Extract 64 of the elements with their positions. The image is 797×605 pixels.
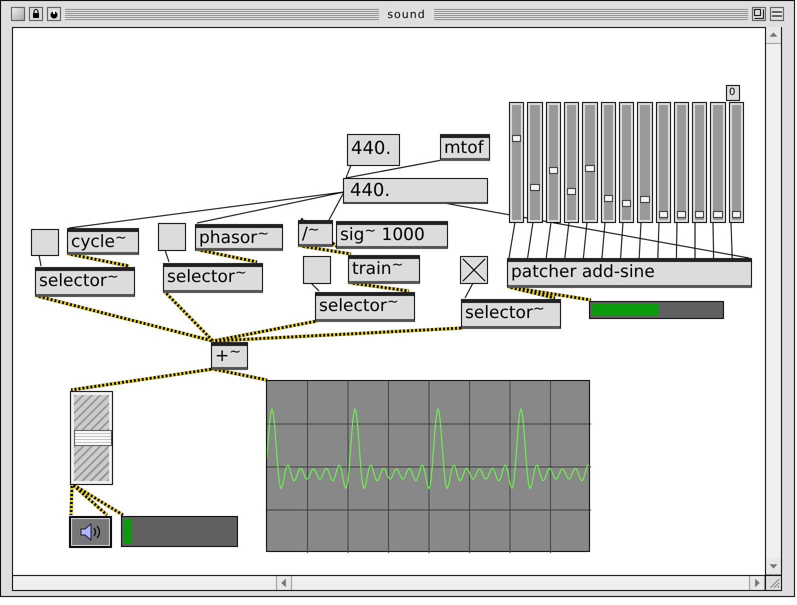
signal-cord: [350, 282, 410, 292]
slider[interactable]: [527, 102, 543, 223]
toggle[interactable]: [31, 229, 59, 256]
object-box[interactable]: cycle$^{~}$: [67, 228, 139, 255]
gain-slider-thumb[interactable]: [74, 430, 112, 446]
patch-cord: [464, 282, 474, 298]
vertical-scrollbar[interactable]: [765, 27, 782, 575]
slider[interactable]: [600, 102, 616, 223]
zoom-box[interactable]: [752, 7, 766, 21]
slider-thumb[interactable]: [604, 194, 613, 202]
patch-cord: [310, 282, 320, 292]
lock-icon[interactable]: [29, 7, 43, 21]
slider[interactable]: [618, 102, 634, 223]
number-box[interactable]: 0: [726, 85, 740, 101]
toggle[interactable]: [303, 256, 331, 284]
object-box[interactable]: selector$^{~}$: [461, 299, 561, 329]
close-box[interactable]: [11, 7, 25, 21]
slider[interactable]: [509, 102, 524, 223]
slider[interactable]: [637, 102, 652, 223]
gain-slider[interactable]: [70, 391, 113, 485]
speaker-button[interactable]: [69, 516, 112, 548]
slider-thumb[interactable]: [658, 210, 668, 218]
number-box[interactable]: 440.: [343, 178, 488, 204]
slider[interactable]: [546, 102, 561, 223]
patch-cord: [38, 254, 42, 266]
patch-cord: [164, 250, 170, 262]
number-box[interactable]: 440.: [347, 134, 400, 166]
toggle[interactable]: [460, 256, 488, 284]
object-box[interactable]: train$^{~}$: [348, 255, 420, 284]
slider[interactable]: [710, 102, 726, 223]
slider[interactable]: [692, 102, 708, 223]
signal-cord: [198, 248, 258, 264]
object-box[interactable]: selector$^{~}$: [315, 292, 415, 322]
slider-thumb[interactable]: [640, 196, 650, 203]
slider-thumb[interactable]: [530, 184, 540, 191]
slider-thumb[interactable]: [512, 135, 522, 142]
slider[interactable]: [656, 102, 671, 223]
horizontal-scrollbar[interactable]: [12, 575, 765, 591]
signal-cord: [68, 252, 130, 268]
object-box[interactable]: patcher add-sine: [507, 258, 752, 288]
window-title: sound: [386, 8, 427, 20]
slider[interactable]: [582, 102, 598, 223]
slider-thumb[interactable]: [695, 210, 704, 218]
object-box[interactable]: mtof: [440, 134, 490, 161]
slider[interactable]: [728, 102, 744, 223]
toggle[interactable]: [158, 223, 186, 251]
slider-thumb[interactable]: [676, 210, 686, 218]
power-icon[interactable]: [47, 7, 61, 21]
slider-thumb[interactable]: [548, 166, 558, 174]
object-box[interactable]: sig$^{~}$ 1000: [336, 221, 448, 249]
slider[interactable]: [674, 102, 690, 223]
slider-thumb[interactable]: [622, 200, 632, 208]
object-box[interactable]: phasor$^{~}$: [195, 224, 283, 251]
speaker-icon: [78, 522, 102, 542]
object-box[interactable]: +$^{~}$: [211, 342, 248, 370]
windowshade-box[interactable]: [770, 7, 784, 21]
slider[interactable]: [564, 102, 580, 223]
slider-thumb[interactable]: [566, 188, 576, 196]
slider-thumb[interactable]: [713, 210, 723, 218]
slider-thumb[interactable]: [732, 210, 742, 218]
slider-thumb[interactable]: [585, 164, 595, 172]
object-box[interactable]: selector$^{~}$: [35, 267, 135, 297]
resize-grip-icon[interactable]: [765, 575, 782, 591]
object-box[interactable]: selector$^{~}$: [163, 263, 263, 293]
